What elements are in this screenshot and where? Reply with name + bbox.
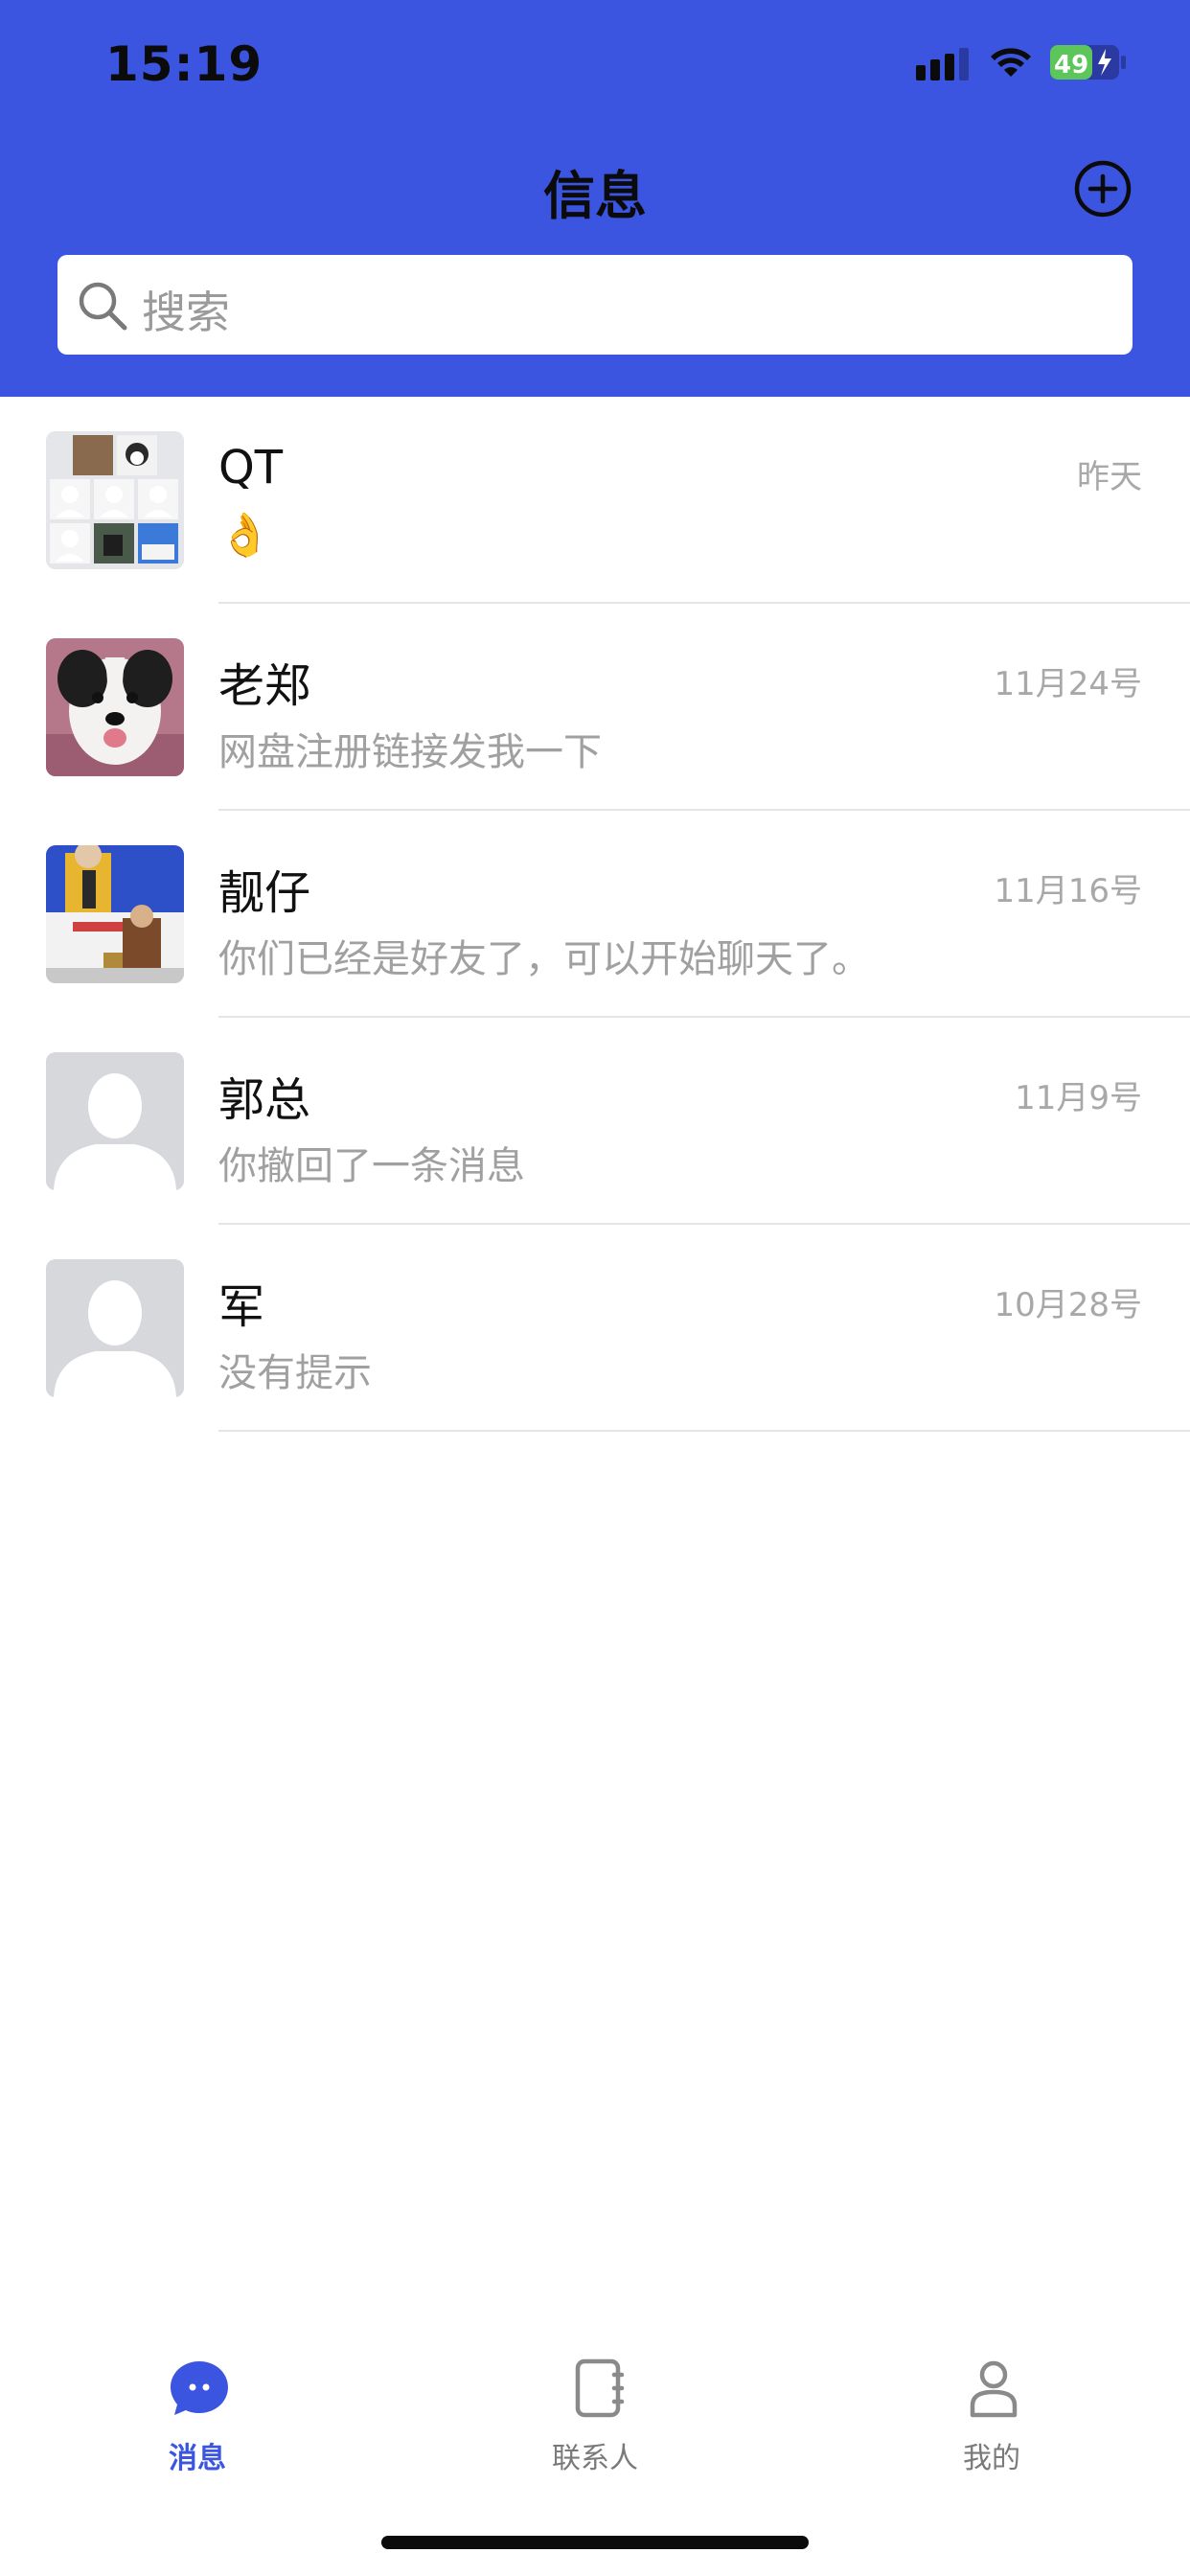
photo-avatar: [46, 845, 184, 983]
home-indicator: [381, 2536, 809, 2549]
conversation-list: QT 昨天 👌 老郑 11月24号 网盘注册链接发我一下 靓仔 11月16号 你…: [0, 397, 1190, 1432]
person-icon: [970, 2360, 1018, 2418]
tab-label: 联系人: [552, 2442, 638, 2475]
conversation-row[interactable]: 靓仔 11月16号 你们已经是好友了，可以开始聊天了。: [0, 811, 1190, 1018]
contact-name: 老郑: [218, 659, 311, 713]
message-preview: 你撤回了一条消息: [218, 1144, 525, 1188]
status-bar: 15:19 49: [0, 0, 1190, 129]
messages-screen: 15:19 49 信息 搜索 QT 昨天 👌 老郑 11月24号 网盘注册链接发…: [0, 0, 1190, 2576]
contact-name: QT: [218, 441, 284, 494]
message-date: 10月28号: [994, 1286, 1142, 1324]
group-avatar-grid: [46, 431, 184, 569]
message-date: 11月16号: [994, 872, 1142, 910]
tab-messages[interactable]: 消息: [102, 2338, 293, 2492]
bottom-tab-bar: 消息 联系人 我的: [0, 2338, 1190, 2492]
search-icon: [79, 282, 127, 331]
tab-label: 消息: [169, 2442, 226, 2475]
message-date: 11月24号: [994, 665, 1142, 703]
chat-bubble-icon: [171, 2361, 228, 2415]
battery-level: 49: [1054, 51, 1088, 80]
message-date: 昨天: [1077, 458, 1142, 496]
message-preview: 你们已经是好友了，可以开始聊天了。: [218, 937, 870, 981]
page-title: 信息: [543, 166, 647, 226]
wifi-icon: [991, 48, 1031, 77]
row-divider: [218, 1430, 1190, 1432]
conversation-row[interactable]: 郭总 11月9号 你撤回了一条消息: [0, 1018, 1190, 1225]
search-placeholder: 搜索: [142, 287, 230, 338]
default-avatar: [46, 1052, 184, 1190]
tab-label: 我的: [963, 2442, 1020, 2475]
meme-photo: [46, 845, 184, 983]
contact-name: 军: [218, 1280, 265, 1334]
group-avatar: [46, 431, 184, 569]
tab-profile[interactable]: 我的: [896, 2338, 1087, 2492]
contact-name: 郭总: [218, 1073, 311, 1127]
default-person-silhouette: [46, 1052, 184, 1190]
message-preview: 网盘注册链接发我一下: [218, 730, 602, 774]
default-person-silhouette: [46, 1259, 184, 1397]
conversation-row[interactable]: 老郑 11月24号 网盘注册链接发我一下: [0, 604, 1190, 811]
conversation-row[interactable]: 军 10月28号 没有提示: [0, 1225, 1190, 1432]
message-date: 11月9号: [1015, 1079, 1142, 1117]
tab-contacts[interactable]: 联系人: [499, 2338, 691, 2492]
message-preview: 没有提示: [218, 1351, 372, 1395]
header: 15:19 49 信息 搜索: [0, 0, 1190, 397]
battery-icon: 49: [1050, 45, 1126, 80]
default-avatar: [46, 1259, 184, 1397]
search-input[interactable]: 搜索: [57, 255, 1133, 355]
dog-photo: [46, 638, 184, 776]
add-plus-icon[interactable]: [1073, 159, 1133, 218]
dog-photo-avatar: [46, 638, 184, 776]
contacts-book-icon: [575, 2358, 625, 2418]
status-time: 15:19: [105, 36, 263, 92]
contact-name: 靓仔: [218, 866, 311, 920]
cellular-signal-icon: [916, 48, 969, 80]
conversation-row[interactable]: QT 昨天 👌: [0, 397, 1190, 604]
message-preview: 👌: [218, 511, 271, 560]
